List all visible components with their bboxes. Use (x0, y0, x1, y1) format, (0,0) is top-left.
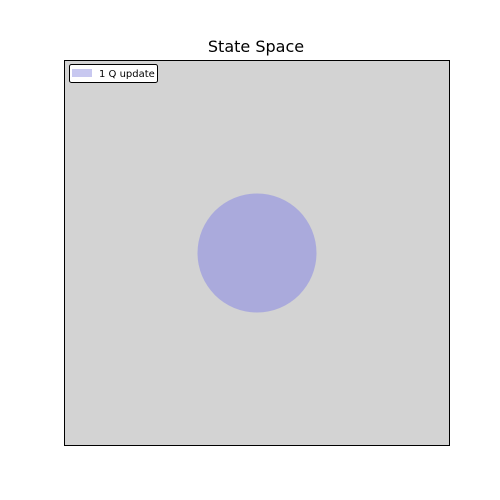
legend: 1 Q update (69, 64, 158, 83)
legend-label: 1 Q update (99, 69, 155, 80)
legend-swatch (72, 69, 92, 77)
data-point (197, 193, 317, 313)
chart-title: State Space (208, 37, 304, 56)
chart: State Space 1 Q update (64, 37, 450, 446)
series-marks (197, 193, 317, 313)
